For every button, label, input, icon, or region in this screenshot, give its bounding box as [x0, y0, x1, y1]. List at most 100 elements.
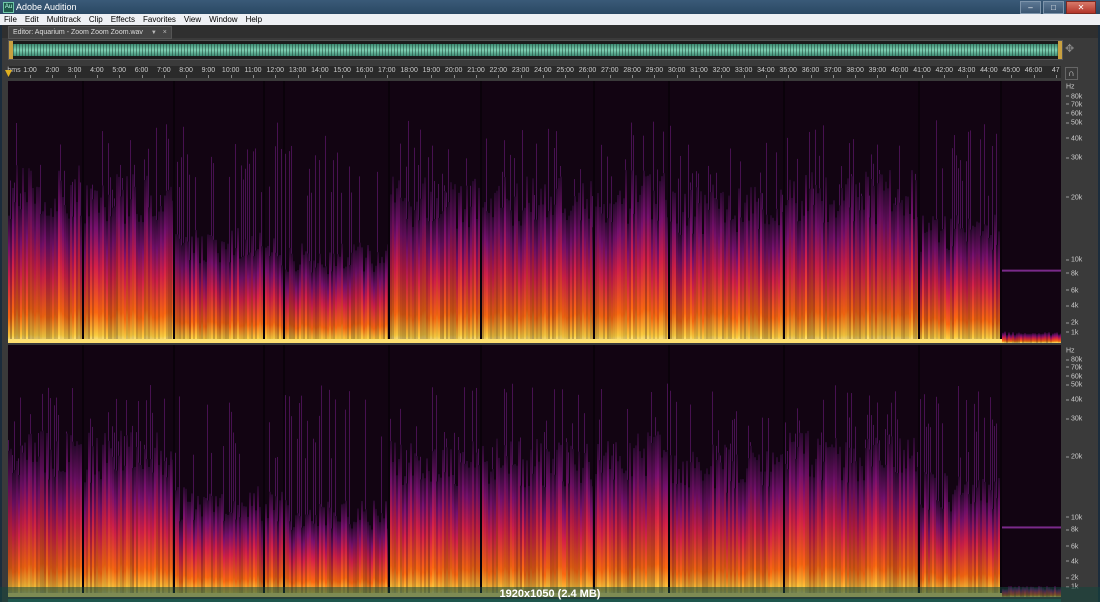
menu-edit[interactable]: Edit	[21, 14, 43, 25]
overview-zoom-handle-right[interactable]	[1058, 41, 1062, 59]
minimize-button[interactable]: –	[1020, 1, 1041, 14]
headphones-icon[interactable]: ∩	[1065, 67, 1078, 80]
spectrogram-spike	[313, 438, 314, 524]
spectrogram-band	[574, 464, 576, 597]
spectrogram-band	[562, 481, 564, 597]
spectrogram-band	[827, 222, 829, 343]
spectrogram-band	[265, 247, 267, 343]
spectrogram-spike	[554, 147, 555, 205]
close-icon[interactable]: ×	[163, 29, 167, 36]
frequency-tick-text: 6k	[1071, 543, 1079, 551]
spectrogram-band	[498, 185, 500, 343]
spectrogram-spike	[740, 161, 741, 218]
menu-view[interactable]: View	[180, 14, 205, 25]
spectrogram-band	[682, 461, 684, 597]
spectrogram-spike	[454, 432, 455, 485]
frequency-tick-mark	[1066, 529, 1069, 531]
menu-effects[interactable]: Effects	[107, 14, 139, 25]
spectrogram-band	[269, 255, 271, 343]
spectrogram-band	[865, 171, 867, 343]
time-ruler[interactable]: hms 1:00 2:00 3:00 4:00 5:00 6:00 7:00 8:00 9:00…	[7, 66, 1061, 78]
spectrogram-band	[152, 216, 154, 343]
spectrogram-band	[597, 443, 599, 597]
spectrogram-band	[379, 522, 381, 597]
menu-clip[interactable]: Clip	[85, 14, 107, 25]
spectrogram-band	[191, 493, 193, 597]
spectrogram-band	[96, 437, 98, 597]
spectrogram-band	[841, 188, 843, 343]
spectrogram-spike	[56, 397, 57, 442]
spectrogram-band	[1046, 333, 1048, 343]
spectrogram-band	[1058, 334, 1060, 343]
spectrogram-band	[494, 192, 496, 343]
ruler-tick-mark	[944, 75, 946, 78]
spectrogram-band	[954, 228, 956, 343]
spectrogram-channel-left[interactable]	[8, 81, 1061, 343]
ruler-tick-label: 5:00	[112, 67, 126, 74]
spectrogram-spike	[20, 193, 21, 210]
spectrogram-band	[774, 464, 776, 597]
menu-help[interactable]: Help	[242, 14, 266, 25]
menu-window[interactable]: Window	[205, 14, 241, 25]
spectrogram-band	[385, 501, 387, 597]
menu-file[interactable]: File	[0, 14, 21, 25]
spectrogram-band	[343, 503, 345, 597]
spectrogram-band	[138, 462, 140, 597]
spectrogram-spike	[823, 399, 824, 462]
spectrogram-spike	[809, 131, 810, 189]
spectrogram-band	[700, 470, 702, 597]
spectrogram-band	[156, 432, 158, 597]
chevron-down-icon[interactable]: ▼	[151, 30, 157, 36]
spectrogram-spike	[148, 148, 149, 208]
spectrogram-band	[357, 508, 359, 597]
spectrogram-band	[323, 267, 325, 343]
spectrogram-band	[570, 210, 572, 343]
spectrogram-band	[456, 485, 458, 597]
spectrogram-band	[231, 512, 233, 597]
maximize-button[interactable]: □	[1043, 1, 1064, 14]
spectrogram-band	[337, 521, 339, 597]
spectrogram-spike	[891, 402, 892, 437]
spectrogram-band	[845, 184, 847, 343]
menu-favorites[interactable]: Favorites	[139, 14, 180, 25]
spectrogram-band	[325, 266, 327, 343]
spectrogram-band	[92, 199, 94, 343]
spectrogram-band	[746, 194, 748, 343]
spectrogram-band	[720, 192, 722, 343]
spectrogram-band	[504, 445, 506, 597]
spectrogram-spike	[572, 423, 573, 449]
spectrogram-band	[215, 496, 217, 597]
spectrogram-band	[90, 188, 92, 343]
spectrogram-band	[736, 454, 738, 597]
zoom-navigator-icon[interactable]: ✥	[1065, 43, 1077, 55]
spectrogram-channel-right[interactable]	[8, 345, 1061, 597]
spectrogram-band	[516, 183, 518, 343]
close-button[interactable]: ✕	[1066, 1, 1096, 14]
menu-multitrack[interactable]: Multitrack	[43, 14, 85, 25]
spectrogram-band	[893, 466, 895, 597]
spectrogram-band	[237, 504, 239, 597]
ruler-tick-mark	[74, 75, 76, 78]
spectrogram-spike	[245, 168, 246, 240]
spectrogram-band	[281, 265, 283, 343]
spectrogram-band	[237, 228, 239, 343]
spectrogram-band	[164, 195, 166, 343]
spectrogram-band	[762, 209, 764, 343]
spectrogram-band	[122, 189, 124, 343]
overview-zoom-handle-left[interactable]	[9, 41, 13, 59]
ruler-tick-label: 34:00	[757, 67, 775, 74]
playhead-marker[interactable]	[5, 70, 12, 77]
ruler-tick-label: 19:00	[422, 67, 441, 74]
spectrogram-band	[980, 500, 982, 597]
spectrogram-band	[752, 213, 754, 343]
spectrogram-band	[633, 213, 635, 343]
spectrogram-band	[1010, 334, 1012, 343]
waveform-overview[interactable]	[8, 40, 1063, 60]
spectrogram-band	[952, 246, 954, 343]
spectrogram-spike	[627, 408, 628, 480]
frequency-tick-text: 10k	[1071, 256, 1083, 264]
spectrogram-band	[944, 216, 946, 343]
spectrogram-band	[396, 188, 398, 343]
editor-tab[interactable]: Editor: Aquarium - Zoom Zoom Zoom.wav ▼ …	[8, 26, 172, 39]
ruler-tick-mark	[141, 75, 143, 78]
